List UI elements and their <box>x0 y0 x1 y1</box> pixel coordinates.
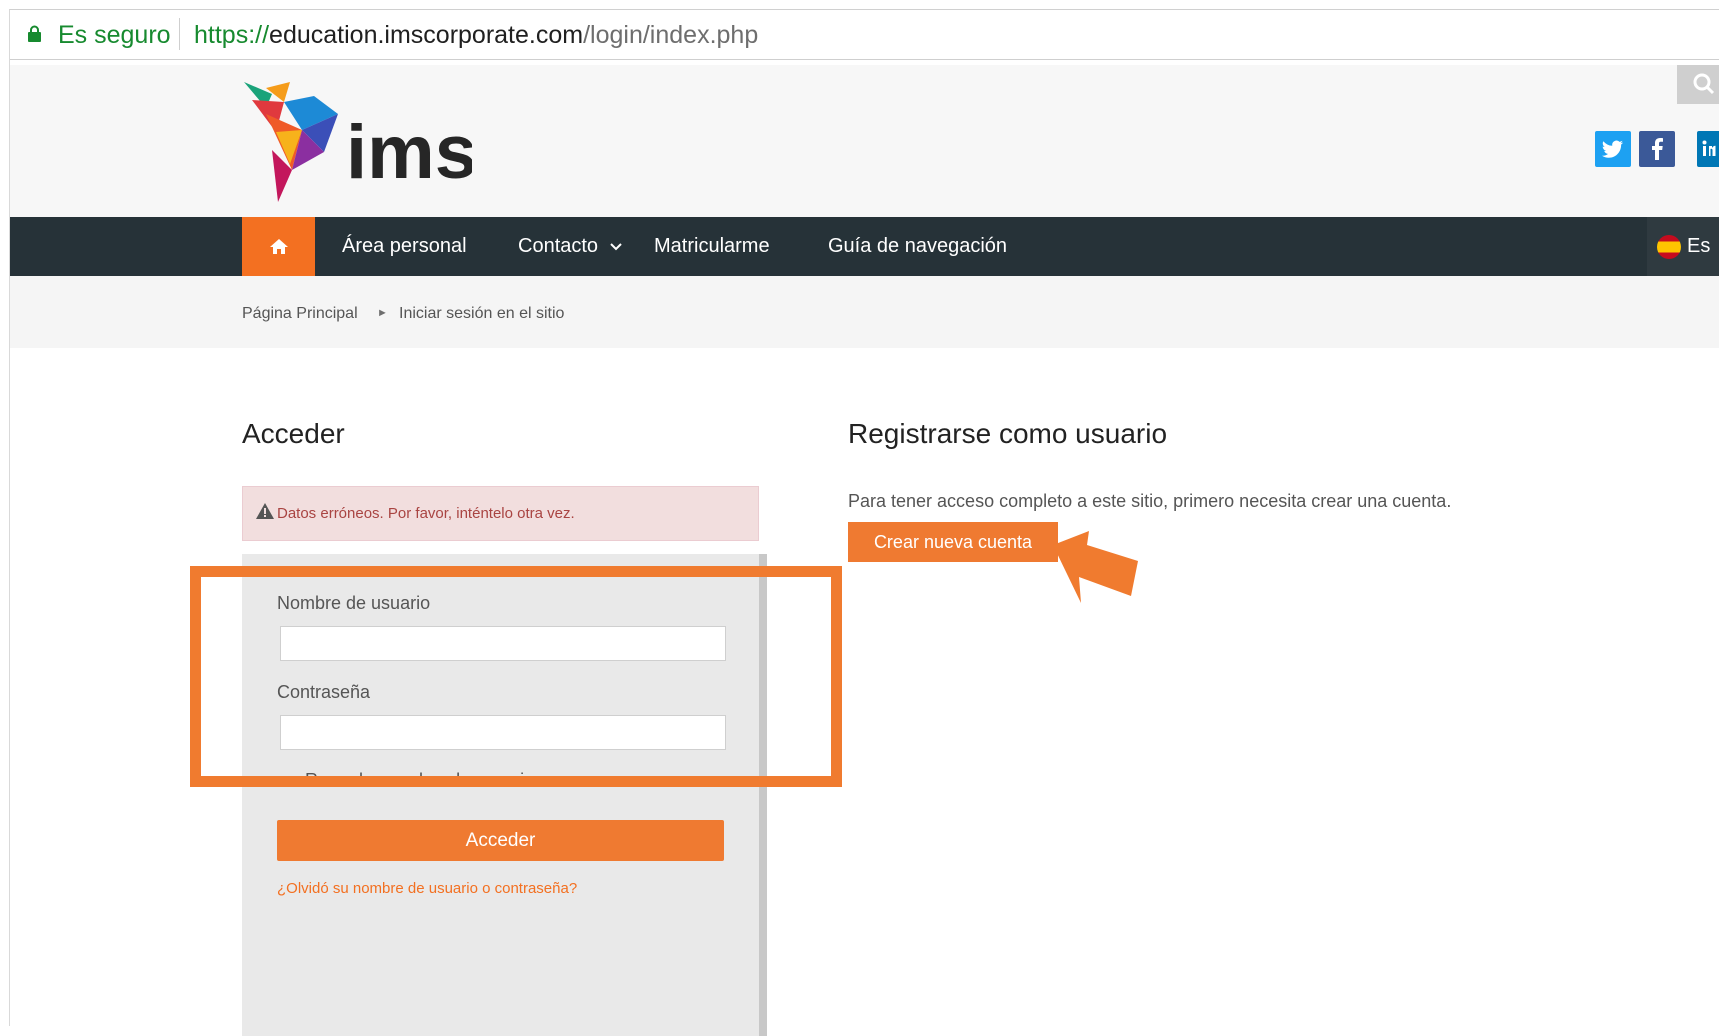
nav-item-guia-navegacion[interactable]: Guía de navegación <box>828 235 1007 258</box>
language-selector[interactable]: Es <box>1647 217 1719 276</box>
facebook-button[interactable] <box>1639 131 1675 167</box>
login-button[interactable]: Acceder <box>277 820 724 861</box>
login-title: Acceder <box>242 418 345 449</box>
register-description: Para tener acceso completo a este sitio,… <box>848 491 1452 511</box>
nav-item-matricularme[interactable]: Matricularme <box>654 235 770 258</box>
error-message: Datos erróneos. Por favor, inténtelo otr… <box>277 505 575 522</box>
logo-wordmark: ims <box>346 110 472 195</box>
nav-home-button[interactable] <box>242 217 315 276</box>
nav-item-contacto[interactable]: Contacto <box>518 235 622 258</box>
nav-item-area-personal[interactable]: Área personal <box>342 235 467 258</box>
forgot-password-link[interactable]: ¿Olvidó su nombre de usuario o contraseñ… <box>277 880 577 897</box>
breadcrumb-current[interactable]: Iniciar sesión en el sitio <box>399 305 564 323</box>
nav-item-contacto-label: Contacto <box>518 235 599 257</box>
address-bar[interactable]: Es seguro https://education.imscorporate… <box>10 10 1719 60</box>
twitter-icon <box>1602 140 1624 158</box>
breadcrumb-separator-icon: ► <box>377 307 388 319</box>
search-button[interactable] <box>1677 65 1719 104</box>
url-host: education.imscorporate.com <box>269 21 584 49</box>
arrow-annotation-icon <box>1053 531 1138 603</box>
language-label: Es <box>1687 235 1711 257</box>
address-divider <box>179 18 180 50</box>
linkedin-icon <box>1702 140 1716 156</box>
twitter-button[interactable] <box>1595 131 1631 167</box>
error-alert: Datos erróneos. Por favor, inténtelo otr… <box>242 486 759 541</box>
main-nav: Área personal Contacto Matricularme Guía… <box>10 217 1719 276</box>
search-icon <box>1693 73 1715 95</box>
site-header: ims <box>10 65 1719 217</box>
highlight-annotation-box <box>190 566 842 787</box>
facebook-icon <box>1652 138 1663 160</box>
chevron-down-icon <box>609 243 622 251</box>
url-scheme: https:// <box>194 21 270 49</box>
warning-icon <box>256 503 274 519</box>
breadcrumb: Página Principal ► Iniciar sesión en el … <box>10 276 1719 348</box>
register-title: Registrarse como usuario <box>848 418 1168 449</box>
browser-viewport: Es seguro https://education.imscorporate… <box>9 9 1719 1036</box>
url-text[interactable]: https://education.imscorporate.com/login… <box>194 21 758 50</box>
linkedin-button[interactable] <box>1697 131 1719 167</box>
breadcrumb-home-link[interactable]: Página Principal <box>242 305 358 323</box>
ims-logo[interactable]: ims <box>242 80 472 204</box>
secure-label[interactable]: Es seguro <box>58 21 171 50</box>
home-icon <box>269 239 288 254</box>
url-path: /login/index.php <box>583 21 759 49</box>
lock-icon <box>28 25 41 42</box>
create-account-button[interactable]: Crear nueva cuenta <box>848 522 1058 562</box>
spain-flag-icon <box>1657 235 1681 259</box>
